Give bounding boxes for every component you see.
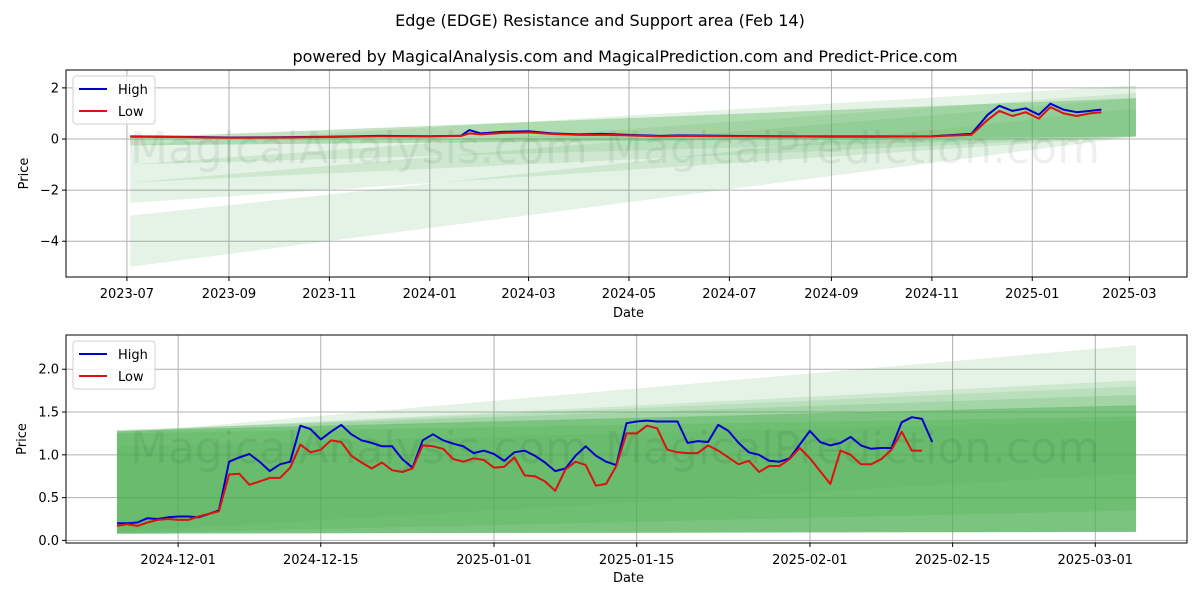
x-tick-label: 2023-09 xyxy=(202,287,256,302)
y-tick-label: 0.5 xyxy=(38,491,59,506)
x-tick-label: 2024-12-01 xyxy=(140,553,216,568)
x-tick-label: 2024-09 xyxy=(804,287,858,302)
bottom-chart: MagicalAnalysis.com MagicalPrediction.com… xyxy=(15,334,1188,586)
y-tick-label: −2 xyxy=(40,184,59,199)
x-tick-label: 2023-07 xyxy=(100,287,154,302)
y-tick-label: 1.0 xyxy=(38,448,59,463)
legend: High Low xyxy=(72,340,156,390)
watermark: MagicalPrediction.com xyxy=(605,423,1100,474)
y-tick-label: −4 xyxy=(40,235,59,250)
support-resistance-bands xyxy=(130,85,1136,267)
y-tick-label: 2 xyxy=(51,81,59,96)
y-tick-label: 0.0 xyxy=(38,534,59,549)
watermark: MagicalPrediction.com xyxy=(605,123,1100,174)
x-tick-label: 2025-01-15 xyxy=(599,553,675,568)
x-axis-label: Date xyxy=(613,571,644,586)
chart-title: Edge (EDGE) Resistance and Support area … xyxy=(395,11,805,30)
y-tick-label: 1.5 xyxy=(38,406,59,421)
x-tick-label: 2025-02-01 xyxy=(772,553,848,568)
x-tick-label: 2024-11 xyxy=(905,287,959,302)
x-tick-label: 2024-07 xyxy=(702,287,756,302)
legend-label: Low xyxy=(118,370,144,385)
x-tick-label: 2024-05 xyxy=(602,287,656,302)
x-axis-label: Date xyxy=(613,306,644,321)
legend-label: Low xyxy=(118,105,144,120)
y-axis-label: Price xyxy=(15,423,30,455)
x-tick-label: 2025-01 xyxy=(1005,287,1059,302)
legend-label: High xyxy=(118,348,148,363)
x-tick-label: 2024-01 xyxy=(403,287,457,302)
x-tick-label: 2023-11 xyxy=(302,287,356,302)
legend-label: High xyxy=(118,83,148,98)
y-axis-label: Price xyxy=(17,158,32,190)
y-tick-label: 0 xyxy=(51,133,59,148)
x-tick-label: 2025-03 xyxy=(1102,287,1156,302)
x-tick-label: 2025-03-01 xyxy=(1058,553,1134,568)
figure: Edge (EDGE) Resistance and Support area … xyxy=(15,11,1188,586)
y-tick-label: 2.0 xyxy=(38,363,59,378)
x-tick-label: 2024-12-15 xyxy=(283,553,359,568)
legend: High Low xyxy=(72,75,156,125)
x-tick-label: 2024-03 xyxy=(501,287,555,302)
top-chart: MagicalAnalysis.com MagicalPrediction.com… xyxy=(17,69,1188,321)
x-tick-label: 2025-01-01 xyxy=(456,553,532,568)
chart-subtitle: powered by MagicalAnalysis.com and Magic… xyxy=(292,47,957,66)
x-tick-label: 2025-02-15 xyxy=(915,553,991,568)
